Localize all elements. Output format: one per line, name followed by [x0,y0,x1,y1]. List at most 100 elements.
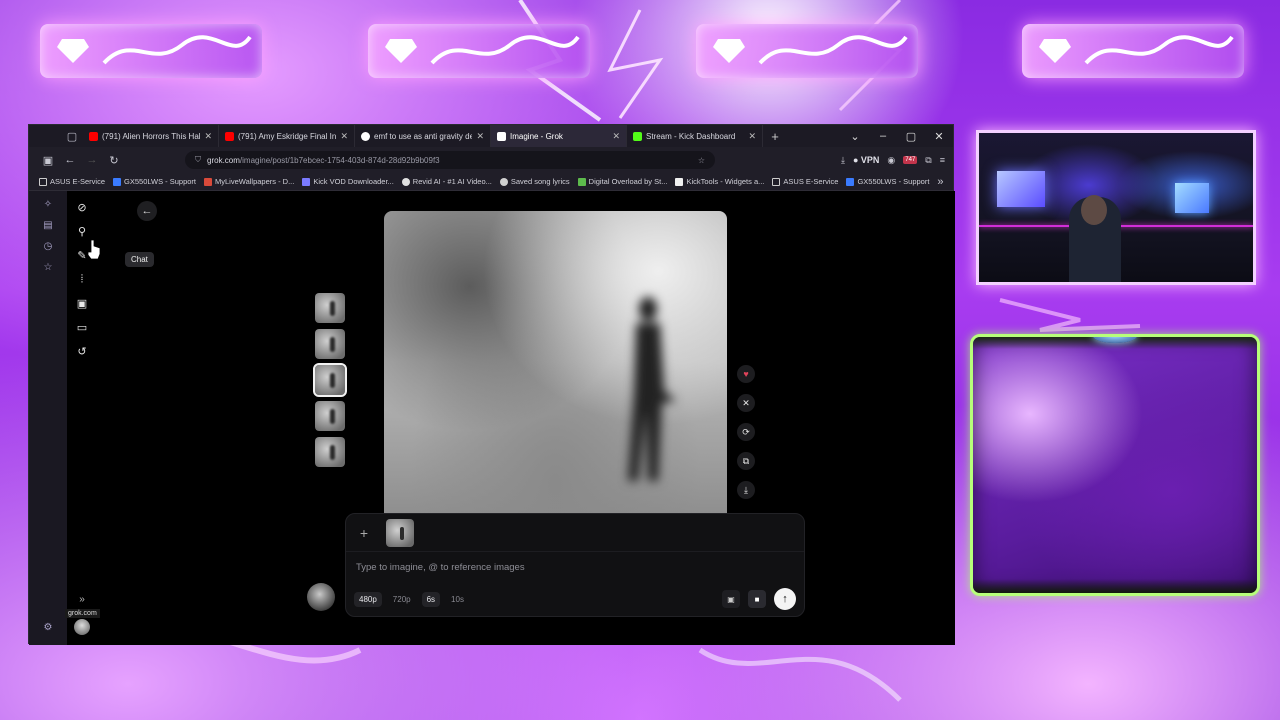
extensions-icon[interactable]: ⧉ [925,155,931,166]
url-host: grok.com [207,155,240,165]
history-icon[interactable]: ↺ [77,345,86,360]
menu-icon[interactable]: ≡ [940,155,945,165]
thumbnail[interactable] [315,401,345,431]
folder-icon[interactable]: ▭ [77,321,87,336]
youtube-icon [225,131,234,141]
prompt-input[interactable]: Type to imagine, @ to reference images [356,562,525,573]
tab-kick-dashboard[interactable]: Stream - Kick Dashboard ✕ [627,125,763,147]
bookmark-item[interactable]: MyLiveWallpapers - D... [204,177,294,186]
close-tab-icon[interactable]: ✕ [748,131,756,142]
bookmark-item[interactable]: ASUS E-Service [39,177,105,186]
bookmark-item[interactable]: GX550LWS - Support [113,177,196,186]
refresh-icon[interactable]: ⟳ [737,423,755,441]
bookmark-label: MyLiveWallpapers - D... [215,177,295,186]
bookmark-star-icon[interactable]: ☆ [698,156,705,165]
close-tab-icon[interactable]: ✕ [476,131,484,142]
bookmark-item[interactable]: GX550LWS - Support [846,177,929,186]
history-icon[interactable]: ◷ [44,241,53,254]
thumbnail[interactable] [315,293,345,323]
close-tab-icon[interactable]: ✕ [204,131,212,142]
bookmark-label: ASUS E-Service [783,177,839,186]
vpn-button[interactable]: ● VPN [853,155,879,165]
download-icon[interactable]: ⤓ [737,481,755,499]
address-toolbar: ▣ ← → ↻ ⛉ grok.com /imagine/post/1b7ebce… [29,147,953,173]
thumbnail-strip [313,293,347,467]
grok-logo-icon[interactable]: ⊘ [77,201,86,216]
reference-image-thumbnail[interactable] [386,518,414,547]
back-button[interactable]: ← [137,201,157,221]
bookmark-label: Revid AI - #1 AI Video... [412,177,492,186]
duration-10s-option[interactable]: 10s [446,592,469,607]
search-icon[interactable]: ⚲ [78,225,86,240]
tab-imagine-grok[interactable]: Imagine - Grok ✕ [491,125,627,147]
bookmark-label: Saved song lyrics [510,177,570,186]
overlay-gem-banner [40,24,262,78]
extension-badge[interactable]: 747 [903,156,918,164]
bookmark-item[interactable]: KickTools - Widgets a... [675,177,764,186]
tab-actions-icon[interactable]: ▢ [61,125,83,147]
bookmark-label: Kick VOD Downloader... [313,177,394,186]
reload-icon[interactable]: ↻ [103,154,125,167]
tab-label: Stream - Kick Dashboard [646,131,736,141]
tab-google-search[interactable]: emf to use as anti gravity devic ✕ [355,125,491,147]
close-tab-icon[interactable]: ✕ [612,131,620,142]
resolution-720p-option[interactable]: 720p [388,592,416,607]
close-window-button[interactable]: ✕ [925,130,953,143]
ai-assistant-icon[interactable]: ✧ [44,199,52,212]
bookmark-item[interactable]: ASUS E-Service [772,177,838,186]
asus-icon [113,177,122,186]
video-mode-icon[interactable]: ■ [748,590,766,608]
send-button[interactable]: ↑ [774,588,796,610]
maximize-button[interactable]: ▢ [897,130,925,143]
lyrics-icon [499,177,508,186]
generated-image [384,211,727,513]
bookmark-item[interactable]: Saved song lyrics [499,177,570,186]
expand-sidebar-icon[interactable]: » [79,594,85,605]
minimize-button[interactable]: – [869,130,897,143]
download-icon[interactable]: ⤓ [841,155,845,166]
heart-icon[interactable]: ♥ [737,365,755,383]
thumbnail[interactable] [315,437,345,467]
more-bookmarks-icon[interactable]: » [937,176,943,188]
bookmark-label: ASUS E-Service [50,177,106,186]
settings-gear-icon[interactable]: ⚙ [44,622,53,635]
bookmark-item[interactable]: Kick VOD Downloader... [302,177,394,186]
mouse-cursor-icon [88,240,100,260]
add-attachment-button[interactable]: + [356,525,372,541]
address-bar[interactable]: ⛉ grok.com /imagine/post/1b7ebcec-1754-4… [185,151,715,169]
prompt-composer: + Type to imagine, @ to reference images… [345,513,805,617]
new-tab-button[interactable]: + [763,129,787,144]
bookmark-item[interactable]: Digital Overload by St... [577,177,667,186]
imagine-icon[interactable]: ▣ [77,297,87,312]
tab-youtube-alien-horrors[interactable]: (791) Alien Horrors This Hallow ✕ [83,125,219,147]
bookmark-item[interactable]: Revid AI - #1 AI Video... [401,177,492,186]
shadow-figure [628,297,676,481]
resolution-480p-option[interactable]: 480p [354,592,382,607]
voice-icon[interactable]: ⦙ [81,273,83,288]
forward-arrow-icon[interactable]: → [81,154,103,166]
x-share-icon[interactable]: ✕ [737,394,755,412]
back-arrow-icon[interactable]: ← [59,154,81,166]
vpn-label: VPN [860,155,880,165]
image-mode-icon[interactable]: ▣ [722,590,740,608]
thumbnail-selected[interactable] [313,363,347,397]
avatar[interactable] [307,583,335,611]
folder-icon [39,177,47,186]
profile-icon[interactable]: ◉ [887,155,895,166]
tab-list-chevron-icon[interactable]: ⌄ [841,130,869,143]
status-url: grok.com [65,609,100,618]
sidebar-toggle-icon[interactable]: ▣ [37,154,59,167]
close-tab-icon[interactable]: ✕ [340,131,348,142]
favorites-icon[interactable]: ☆ [44,262,53,275]
avatar[interactable] [74,619,90,635]
tab-label: (791) Alien Horrors This Hallow [102,131,201,141]
reading-list-icon[interactable]: ▤ [43,220,52,233]
duration-6s-option[interactable]: 6s [421,592,441,607]
tab-youtube-amy-eskridge[interactable]: (791) Amy Eskridge Final Interv ✕ [219,125,355,147]
lightning-squiggle-icon [430,35,580,65]
thumbnail[interactable] [315,329,345,359]
frame-bottom-bar [973,579,1257,593]
edit-icon[interactable]: ✎ [77,249,86,264]
remix-icon[interactable]: ⧉ [737,452,755,470]
chat-tooltip: Chat [125,252,154,267]
